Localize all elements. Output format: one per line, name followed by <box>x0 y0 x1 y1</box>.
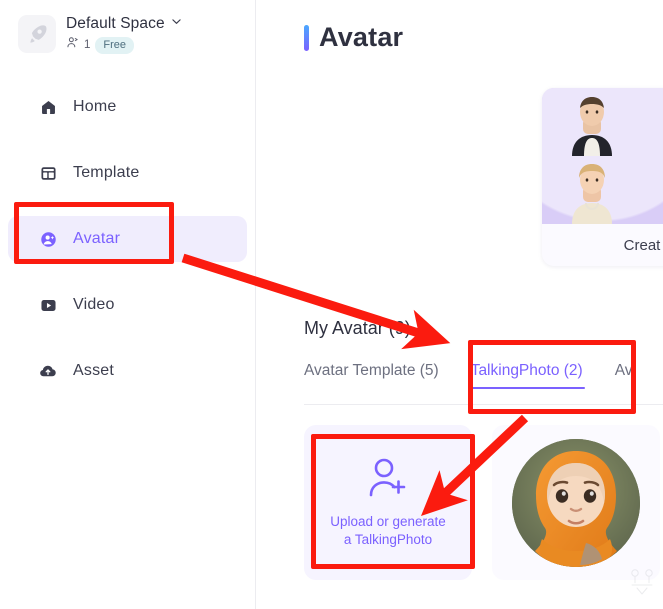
upload-talkingphoto-card[interactable]: Upload or generate a TalkingPhoto <box>304 425 472 580</box>
page-title-row: Avatar <box>256 0 663 53</box>
chevron-down-icon[interactable] <box>170 15 183 33</box>
sidebar-item-home[interactable]: Home <box>8 84 247 130</box>
sidebar-item-template[interactable]: Template <box>8 150 247 196</box>
person-add-icon <box>365 456 411 503</box>
my-avatar-section-title: My Avatar (9) <box>304 318 411 338</box>
workspace-name: Default Space <box>66 15 165 32</box>
avatar-thumbnail <box>542 88 642 156</box>
avatar-thumbnail <box>642 156 663 224</box>
upload-card-caption: Upload or generate a TalkingPhoto <box>330 513 446 549</box>
create-avatar-label: Creat <box>623 236 661 254</box>
app-root: Default Space 1 Free Home Template Avata… <box>0 0 663 609</box>
plan-badge: Free <box>95 36 135 54</box>
sidebar-item-label: Template <box>73 164 140 181</box>
member-count: 1 <box>84 39 91 51</box>
avatar-icon <box>38 230 58 249</box>
avatar-thumbnail <box>642 88 663 156</box>
sidebar-item-avatar[interactable]: Avatar <box>8 216 247 262</box>
page-title: Avatar <box>319 22 404 52</box>
rocket-icon <box>18 15 56 53</box>
title-accent-bar <box>304 24 309 51</box>
sidebar-item-label: Home <box>73 98 117 115</box>
cloud-upload-icon <box>38 361 58 381</box>
avatar-thumbnail <box>542 156 642 224</box>
main-content: Avatar Creat My Avatar (9) Avatar Templa… <box>256 0 663 609</box>
tab-avatar-template[interactable]: Avatar Template (5) <box>304 362 455 389</box>
tab-avatar-third[interactable]: Av <box>599 362 649 389</box>
sidebar-item-label: Asset <box>73 362 115 379</box>
tabs-divider <box>304 404 663 405</box>
watermark-icon <box>625 564 659 603</box>
sidebar: Default Space 1 Free Home Template Avata… <box>0 0 256 609</box>
avatar-preview-grid <box>542 88 663 224</box>
create-avatar-card[interactable]: Creat <box>542 88 663 266</box>
tab-talkingphoto[interactable]: TalkingPhoto (2) <box>455 362 599 389</box>
talkingphoto-item[interactable] <box>492 425 660 580</box>
video-icon <box>38 296 58 315</box>
upload-caption-line2: a TalkingPhoto <box>343 532 433 547</box>
avatar-gallery: Upload or generate a TalkingPhoto <box>304 425 660 580</box>
member-icon <box>66 36 79 54</box>
workspace-switcher[interactable]: Default Space 1 Free <box>0 0 255 54</box>
sidebar-item-label: Avatar <box>73 230 121 247</box>
home-icon <box>38 98 58 117</box>
sidebar-item-label: Video <box>73 296 115 313</box>
sidebar-nav: Home Template Avatar Video Asset <box>0 84 255 394</box>
sidebar-item-video[interactable]: Video <box>8 282 247 328</box>
avatar-tabs: Avatar Template (5) TalkingPhoto (2) Av <box>304 362 649 389</box>
upload-caption-line1: Upload or generate <box>330 514 446 529</box>
template-icon <box>38 164 58 183</box>
talkingphoto-thumbnail <box>512 438 640 567</box>
sidebar-item-asset[interactable]: Asset <box>8 348 247 394</box>
